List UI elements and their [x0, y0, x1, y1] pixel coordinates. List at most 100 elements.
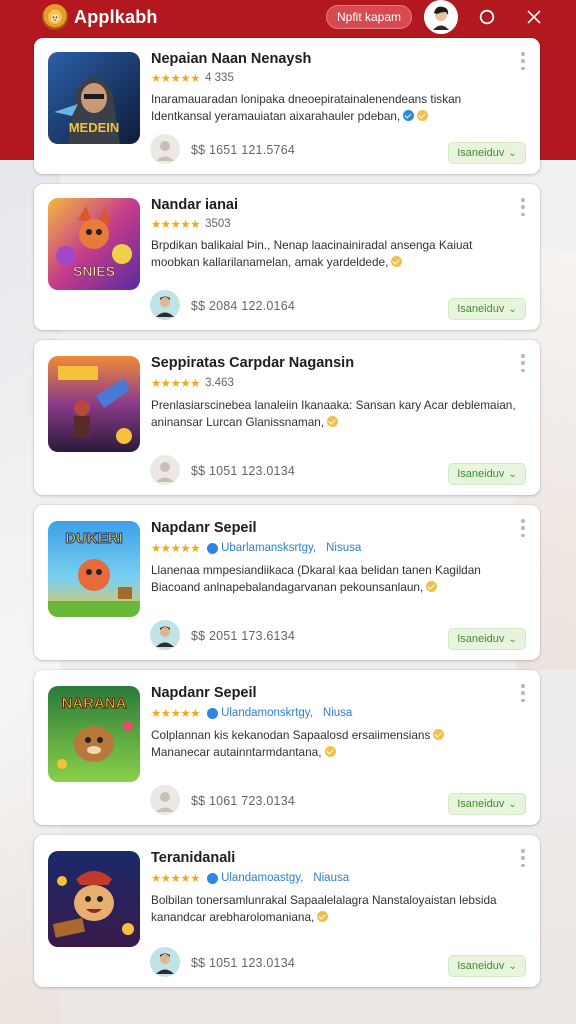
game-title[interactable]: Napdanr Sepeil: [151, 520, 257, 536]
rating-count: 4 335: [205, 72, 234, 84]
chevron-down-icon: ⌄: [508, 798, 517, 810]
game-title[interactable]: Nandar ianai: [151, 197, 238, 213]
user-avatar[interactable]: [150, 620, 180, 650]
desc-line: moobkan kallarilanamelan, amak yardelded…: [151, 255, 389, 269]
svg-text:MEDEIN: MEDEIN: [69, 120, 120, 135]
chevron-down-icon: ⌄: [508, 303, 517, 315]
top-bar: Applkabh Npfit kapam: [0, 0, 576, 34]
more-options-icon[interactable]: [520, 684, 526, 702]
rating-row: ★★★★★ 4 335: [151, 71, 234, 85]
developer-name[interactable]: Ulandamoastgy,: [221, 872, 303, 884]
install-button[interactable]: Isaneiduv ⌄: [448, 298, 526, 320]
desc-line: Mananecar autainntarmdantana,: [151, 745, 322, 759]
chevron-down-icon: ⌄: [508, 960, 517, 972]
app-list: MEDEIN Nepaian Naan Nenaysh ★★★★★ 4 335 …: [34, 38, 540, 997]
more-options-icon[interactable]: [520, 354, 526, 372]
price-label: $$ 1051 123.0134: [191, 464, 295, 478]
app-card[interactable]: NARANA Napdanr Sepeil ★★★★★ Ulandamonskr…: [34, 670, 540, 825]
install-button[interactable]: Isaneiduv ⌄: [448, 463, 526, 485]
developer-region: Niausa: [313, 872, 350, 884]
user-avatar[interactable]: [150, 947, 180, 977]
desc-line: Inaramauaradan lonipaka dneoepiratainale…: [151, 92, 462, 106]
game-description: Llanenaa mmpesiandiikaca (Dkaral kaa bel…: [151, 562, 526, 596]
rating-row: ★★★★★ 3503: [151, 217, 231, 231]
chevron-down-icon: ⌄: [508, 147, 517, 159]
install-button[interactable]: Isaneiduv ⌄: [448, 142, 526, 164]
user-avatar[interactable]: [150, 785, 180, 815]
desc-line: Identkansal yeramauiatan aixarahauler pd…: [151, 109, 401, 123]
app-card[interactable]: DUKERI Napdanr Sepeil ★★★★★ Ubarlamansks…: [34, 505, 540, 660]
game-thumbnail[interactable]: DUKERI: [48, 521, 140, 617]
svg-text:DUKERI: DUKERI: [65, 530, 123, 547]
check-badge-icon: [426, 581, 438, 592]
check-badge-icon: [417, 110, 429, 121]
rating-row: ★★★★★ 3.463: [151, 376, 234, 390]
game-thumbnail[interactable]: MEDEIN: [48, 52, 140, 144]
star-rating-icon: ★★★★★: [151, 219, 201, 231]
rating-row: ★★★★★ Ubarlamansksrtgy, Nisusa: [151, 541, 361, 555]
desc-line: Prenlasiarscinebea lanaleiin Ikanaaka: S…: [151, 398, 516, 412]
svg-text:NARANA: NARANA: [62, 695, 127, 712]
rating-count: 3503: [205, 218, 231, 230]
check-badge-icon: [327, 416, 339, 427]
game-title[interactable]: Seppiratas Carpdar Nagansin: [151, 355, 354, 371]
install-button-label: Isaneiduv: [457, 147, 505, 159]
game-title[interactable]: Nepaian Naan Nenaysh: [151, 51, 311, 67]
price-label: $$ 1051 123.0134: [191, 956, 295, 970]
more-options-icon[interactable]: [520, 198, 526, 216]
more-options-icon[interactable]: [520, 849, 526, 867]
lion-logo-icon[interactable]: [42, 4, 68, 30]
price-label: $$ 2051 173.6134: [191, 629, 295, 643]
game-description: Prenlasiarscinebea lanaleiin Ikanaaka: S…: [151, 397, 526, 431]
install-button-label: Isaneiduv: [457, 468, 505, 480]
chevron-down-icon: ⌄: [508, 633, 517, 645]
check-badge-icon: [391, 256, 403, 267]
rating-count: 3.463: [205, 377, 234, 389]
more-options-icon[interactable]: [520, 52, 526, 70]
star-rating-icon: ★★★★★: [151, 543, 201, 555]
install-button-label: Isaneiduv: [457, 798, 505, 810]
game-description: Bolbilan tonersamlunrakal Sapaalelalagra…: [151, 892, 526, 926]
game-thumbnail[interactable]: SNIES: [48, 198, 140, 290]
user-avatar[interactable]: [150, 455, 180, 485]
install-button[interactable]: Isaneiduv ⌄: [448, 955, 526, 977]
desc-line: Bolbilan tonersamlunrakal Sapaalelalagra…: [151, 893, 497, 907]
install-button-label: Isaneiduv: [457, 960, 505, 972]
more-options-icon[interactable]: [520, 519, 526, 537]
desc-line: Colplannan kis kekanodan Sapaalosd ersai…: [151, 728, 431, 742]
game-thumbnail[interactable]: [48, 356, 140, 452]
game-description: Colplannan kis kekanodan Sapaalosd ersai…: [151, 727, 526, 761]
install-button[interactable]: Isaneiduv ⌄: [448, 793, 526, 815]
app-card[interactable]: Teranidanali ★★★★★ Ulandamoastgy, Niausa…: [34, 835, 540, 987]
close-icon[interactable]: [521, 4, 547, 30]
star-rating-icon: ★★★★★: [151, 873, 201, 885]
circle-icon[interactable]: [474, 4, 500, 30]
desc-line: Biacoand anlnapebalandagarvanan pekounsa…: [151, 580, 424, 594]
game-thumbnail[interactable]: NARANA: [48, 686, 140, 782]
desc-line: kanandcar arebharolomaniana,: [151, 910, 315, 924]
profile-avatar[interactable]: [424, 0, 458, 34]
price-label: $$ 1061 723.0134: [191, 794, 295, 808]
developer-icon: [207, 872, 219, 884]
svg-text:SNIES: SNIES: [73, 263, 115, 279]
game-title[interactable]: Teranidanali: [151, 850, 235, 866]
app-card[interactable]: MEDEIN Nepaian Naan Nenaysh ★★★★★ 4 335 …: [34, 38, 540, 174]
user-avatar[interactable]: [150, 290, 180, 320]
star-rating-icon: ★★★★★: [151, 708, 201, 720]
game-title[interactable]: Napdanr Sepeil: [151, 685, 257, 701]
user-avatar[interactable]: [150, 134, 180, 164]
top-pill-button[interactable]: Npfit kapam: [326, 5, 412, 29]
developer-name[interactable]: Ubarlamansksrtgy,: [221, 542, 316, 554]
install-button-label: Isaneiduv: [457, 303, 505, 315]
price-label: $$ 2084 122.0164: [191, 299, 295, 313]
install-button[interactable]: Isaneiduv ⌄: [448, 628, 526, 650]
developer-name[interactable]: Ulandamonskrtgy,: [221, 707, 313, 719]
game-thumbnail[interactable]: [48, 851, 140, 947]
star-rating-icon: ★★★★★: [151, 378, 201, 390]
developer-icon: [207, 542, 219, 554]
desc-line: Brpdikan balikaial Þin., Nenap laacinain…: [151, 238, 473, 252]
chevron-down-icon: ⌄: [508, 468, 517, 480]
app-card[interactable]: SNIES Nandar ianai ★★★★★ 3503 Brpdikan b…: [34, 184, 540, 330]
developer-icon: [207, 707, 219, 719]
app-card[interactable]: Seppiratas Carpdar Nagansin ★★★★★ 3.463 …: [34, 340, 540, 495]
